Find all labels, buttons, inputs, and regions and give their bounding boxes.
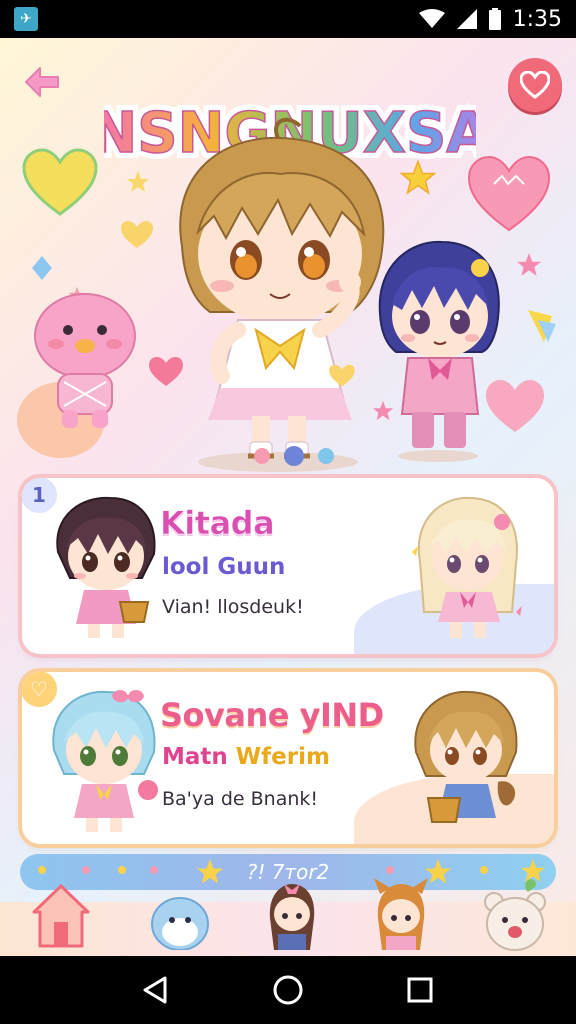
dark-haired-character bbox=[56, 496, 156, 638]
heart-decoration-icon bbox=[329, 364, 355, 387]
dot-decoration bbox=[118, 866, 126, 874]
tab-home[interactable] bbox=[30, 878, 100, 956]
card-subtitle: Matn Wferim bbox=[162, 744, 330, 770]
pink-mascot-character bbox=[34, 293, 136, 428]
card-title: Kitada bbox=[160, 504, 275, 543]
heart-decoration-icon bbox=[121, 221, 153, 248]
status-bar: ✈ 1:35 bbox=[0, 0, 576, 38]
bear-character-icon bbox=[484, 879, 546, 951]
star-decoration-icon bbox=[127, 171, 149, 192]
game-screen: NSNGNUXSA NSNGNUXSA 1 Kitada lool Guun V… bbox=[0, 38, 576, 956]
character-card-kitada[interactable]: 1 Kitada lool Guun Vian! llosdeuk! bbox=[22, 478, 554, 654]
card-subtitle-part1: Matn bbox=[162, 744, 228, 770]
card-description: Vian! llosdeuk! bbox=[162, 596, 304, 618]
seal-character-icon bbox=[151, 897, 209, 951]
card-description: Ba'ya de Bnank! bbox=[162, 788, 318, 810]
triangle-back-icon bbox=[143, 976, 167, 1004]
favorite-button[interactable] bbox=[508, 58, 562, 112]
dot-decoration bbox=[150, 866, 158, 874]
brown-haired-character bbox=[414, 690, 518, 823]
carousel-dot[interactable] bbox=[318, 448, 334, 464]
carousel-indicator bbox=[254, 446, 334, 466]
app-notification-icon: ✈ bbox=[14, 7, 38, 31]
square-recents-icon bbox=[407, 977, 433, 1003]
circle-home-icon bbox=[273, 975, 303, 1005]
cell-signal-icon bbox=[456, 9, 477, 29]
nav-back-button[interactable] bbox=[136, 970, 176, 1010]
dot-decoration bbox=[82, 866, 90, 874]
character-card-sovane[interactable]: ♡ Sovane yIND Matn Wferim Ba'ya de Bnank… bbox=[22, 672, 554, 844]
tab-seal[interactable] bbox=[150, 878, 220, 956]
nav-home-button[interactable] bbox=[268, 970, 308, 1010]
nav-recents-button[interactable] bbox=[400, 970, 440, 1010]
heart-balloon-icon bbox=[467, 155, 551, 232]
carousel-dot[interactable] bbox=[254, 448, 270, 464]
crystal-decoration-icon bbox=[32, 256, 52, 280]
tab-girl[interactable] bbox=[264, 878, 334, 956]
tab-bear[interactable] bbox=[482, 878, 552, 956]
dot-decoration bbox=[38, 866, 46, 874]
carousel-dot-active[interactable] bbox=[284, 446, 304, 466]
dot-decoration bbox=[386, 866, 394, 874]
back-arrow-icon bbox=[25, 67, 59, 97]
card-subtitle: lool Guun bbox=[162, 554, 286, 580]
home-icon bbox=[32, 884, 90, 948]
heart-decoration-icon bbox=[22, 148, 98, 216]
card-title: Sovane yIND bbox=[160, 696, 384, 734]
hero-character bbox=[179, 117, 385, 472]
blonde-character bbox=[412, 496, 522, 638]
dot-decoration bbox=[480, 866, 488, 874]
light-blue-haired-character bbox=[52, 690, 158, 832]
battery-icon bbox=[488, 8, 501, 30]
bottom-tab-bar bbox=[0, 878, 576, 956]
status-time: 1:35 bbox=[512, 6, 562, 32]
tab-fox-girl[interactable] bbox=[370, 878, 440, 956]
blue-haired-character bbox=[378, 240, 500, 462]
back-button[interactable] bbox=[22, 64, 62, 100]
heart-icon bbox=[520, 71, 550, 99]
star-decoration-icon bbox=[400, 160, 436, 195]
girl-character-icon bbox=[269, 884, 315, 950]
gem-decoration-icon bbox=[528, 310, 556, 342]
fox-girl-character-icon bbox=[374, 878, 428, 950]
wifi-icon bbox=[418, 9, 445, 29]
star-decoration-icon bbox=[517, 253, 541, 276]
card-subtitle-part2: Wferim bbox=[235, 744, 330, 770]
android-navigation-bar bbox=[0, 956, 576, 1024]
